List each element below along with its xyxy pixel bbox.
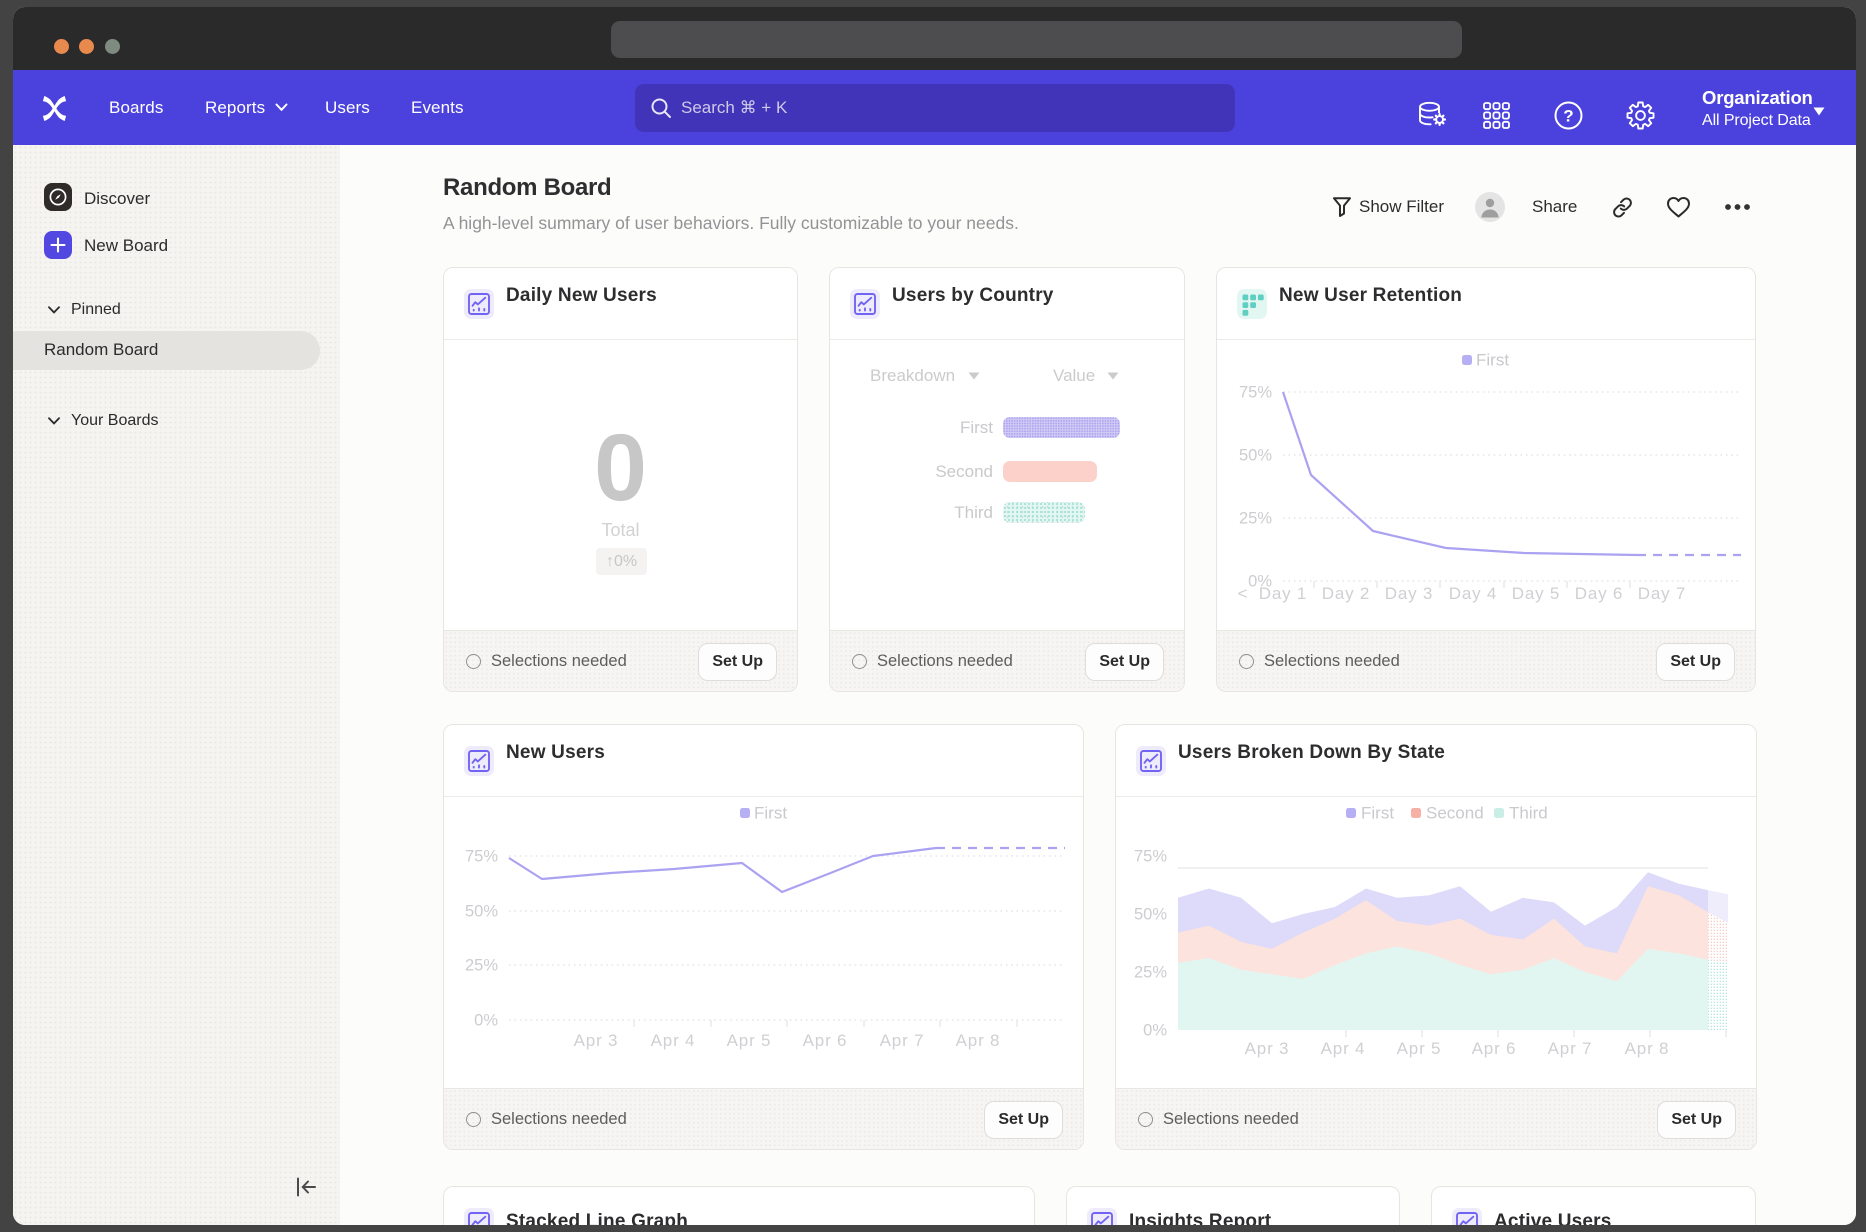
- svg-text:Apr 4: Apr 4: [651, 1031, 696, 1050]
- svg-text:75%: 75%: [1134, 848, 1167, 866]
- svg-text:Day 3: Day 3: [1385, 584, 1433, 603]
- svg-text:25%: 25%: [1239, 510, 1272, 528]
- svg-text:50%: 50%: [1134, 906, 1167, 924]
- svg-text:Apr 6: Apr 6: [803, 1031, 848, 1050]
- svg-text:Apr 7: Apr 7: [880, 1031, 925, 1050]
- svg-text:Apr 8: Apr 8: [1625, 1039, 1670, 1058]
- svg-text:75%: 75%: [465, 848, 498, 866]
- svg-text:Apr 8: Apr 8: [956, 1031, 1001, 1050]
- svg-text:First: First: [754, 804, 787, 823]
- svg-text:Day 7: Day 7: [1638, 584, 1686, 603]
- svg-text:Day 5: Day 5: [1512, 584, 1560, 603]
- svg-text:Third: Third: [1509, 804, 1548, 823]
- svg-text:0%: 0%: [1143, 1022, 1167, 1040]
- svg-text:Apr 3: Apr 3: [574, 1031, 619, 1050]
- svg-text:75%: 75%: [1239, 384, 1272, 402]
- svg-text:?: ?: [1563, 107, 1573, 126]
- svg-text:First: First: [1476, 351, 1509, 370]
- svg-text:Day 1: Day 1: [1259, 584, 1307, 603]
- svg-text:50%: 50%: [1239, 447, 1272, 465]
- svg-text:Apr 4: Apr 4: [1321, 1039, 1366, 1058]
- svg-text:Second: Second: [1426, 804, 1484, 823]
- svg-text:0%: 0%: [474, 1012, 498, 1030]
- svg-text:Apr 5: Apr 5: [1397, 1039, 1442, 1058]
- svg-text:Apr 3: Apr 3: [1245, 1039, 1290, 1058]
- svg-text:Apr 6: Apr 6: [1472, 1039, 1517, 1058]
- svg-text:25%: 25%: [1134, 964, 1167, 982]
- svg-text:<: <: [1238, 584, 1249, 603]
- svg-text:Day 2: Day 2: [1322, 584, 1370, 603]
- svg-text:50%: 50%: [465, 903, 498, 921]
- svg-text:First: First: [1361, 804, 1394, 823]
- svg-text:Apr 5: Apr 5: [727, 1031, 772, 1050]
- svg-text:Day 4: Day 4: [1449, 584, 1497, 603]
- svg-text:Day 6: Day 6: [1575, 584, 1623, 603]
- svg-text:25%: 25%: [465, 957, 498, 975]
- svg-text:Apr 7: Apr 7: [1548, 1039, 1593, 1058]
